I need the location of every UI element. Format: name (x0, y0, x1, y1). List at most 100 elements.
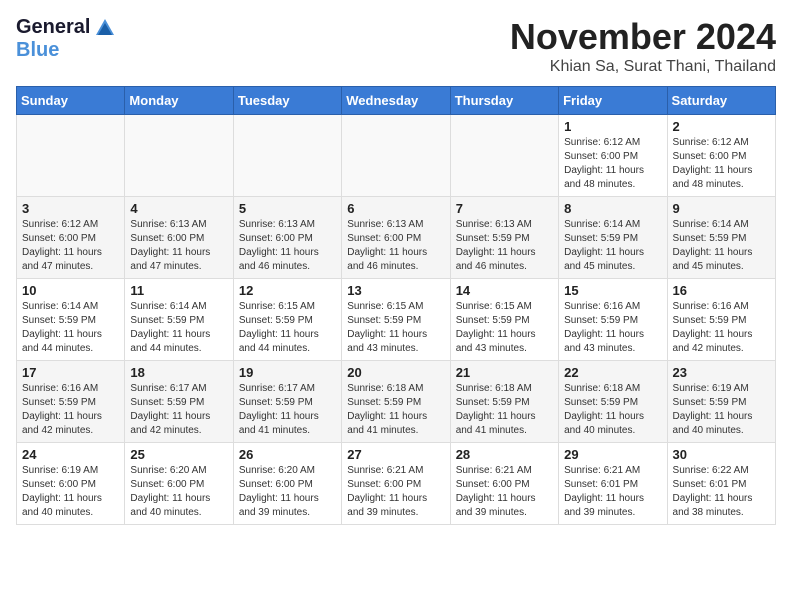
calendar-cell: 7 Sunrise: 6:13 AM Sunset: 5:59 PM Daylig… (450, 197, 558, 279)
day-info: Sunrise: 6:16 AM Sunset: 5:59 PM Dayligh… (22, 382, 119, 438)
day-number: 16 (673, 283, 770, 298)
calendar-cell: 18 Sunrise: 6:17 AM Sunset: 5:59 PM Dayli… (125, 361, 233, 443)
calendar-cell: 25 Sunrise: 6:20 AM Sunset: 6:00 PM Dayli… (125, 443, 233, 525)
day-number: 27 (347, 447, 444, 462)
day-number: 23 (673, 365, 770, 380)
month-title: November 2024 (510, 16, 776, 58)
day-info: Sunrise: 6:21 AM Sunset: 6:01 PM Dayligh… (564, 464, 661, 520)
calendar-cell: 9 Sunrise: 6:14 AM Sunset: 5:59 PM Daylig… (667, 197, 775, 279)
calendar-cell: 5 Sunrise: 6:13 AM Sunset: 6:00 PM Daylig… (233, 197, 341, 279)
calendar-cell: 15 Sunrise: 6:16 AM Sunset: 5:59 PM Dayli… (559, 279, 667, 361)
day-number: 21 (456, 365, 553, 380)
calendar-cell: 2Sunrise: 6:12 AM Sunset: 6:00 PM Daylig… (667, 115, 775, 197)
day-info: Sunrise: 6:22 AM Sunset: 6:01 PM Dayligh… (673, 464, 770, 520)
calendar-cell: 24 Sunrise: 6:19 AM Sunset: 6:00 PM Dayli… (17, 443, 125, 525)
day-info: Sunrise: 6:14 AM Sunset: 5:59 PM Dayligh… (22, 300, 119, 356)
day-number: 10 (22, 283, 119, 298)
calendar-week-row: 1Sunrise: 6:12 AM Sunset: 6:00 PM Daylig… (17, 115, 776, 197)
day-number: 14 (456, 283, 553, 298)
day-number: 1 (564, 119, 661, 134)
day-info: Sunrise: 6:13 AM Sunset: 5:59 PM Dayligh… (456, 218, 553, 274)
day-info: Sunrise: 6:18 AM Sunset: 5:59 PM Dayligh… (347, 382, 444, 438)
day-info: Sunrise: 6:14 AM Sunset: 5:59 PM Dayligh… (673, 218, 770, 274)
calendar-cell: 3 Sunrise: 6:12 AM Sunset: 6:00 PM Daylig… (17, 197, 125, 279)
day-number: 6 (347, 201, 444, 216)
calendar-cell (233, 115, 341, 197)
calendar-cell: 30 Sunrise: 6:22 AM Sunset: 6:01 PM Dayli… (667, 443, 775, 525)
day-number: 12 (239, 283, 336, 298)
title-block: November 2024 Khian Sa, Surat Thani, Tha… (510, 16, 776, 76)
day-number: 29 (564, 447, 661, 462)
day-info: Sunrise: 6:19 AM Sunset: 5:59 PM Dayligh… (673, 382, 770, 438)
logo-blue-text: Blue (16, 39, 59, 62)
calendar-cell (125, 115, 233, 197)
day-number: 9 (673, 201, 770, 216)
calendar-cell: 6 Sunrise: 6:13 AM Sunset: 6:00 PM Daylig… (342, 197, 450, 279)
day-number: 20 (347, 365, 444, 380)
calendar-cell: 14 Sunrise: 6:15 AM Sunset: 5:59 PM Dayli… (450, 279, 558, 361)
calendar-table: SundayMondayTuesdayWednesdayThursdayFrid… (16, 86, 776, 525)
page-header: General Blue November 2024 Khian Sa, Sur… (16, 16, 776, 76)
calendar-cell (342, 115, 450, 197)
logo-general-text: General (16, 16, 90, 39)
day-info: Sunrise: 6:17 AM Sunset: 5:59 PM Dayligh… (130, 382, 227, 438)
day-info: Sunrise: 6:16 AM Sunset: 5:59 PM Dayligh… (564, 300, 661, 356)
location-subtitle: Khian Sa, Surat Thani, Thailand (510, 58, 776, 76)
day-number: 5 (239, 201, 336, 216)
logo-icon (94, 17, 116, 39)
weekday-header-sunday: Sunday (17, 87, 125, 115)
day-number: 11 (130, 283, 227, 298)
day-number: 30 (673, 447, 770, 462)
day-info: Sunrise: 6:15 AM Sunset: 5:59 PM Dayligh… (347, 300, 444, 356)
day-info: Sunrise: 6:18 AM Sunset: 5:59 PM Dayligh… (456, 382, 553, 438)
day-info: Sunrise: 6:13 AM Sunset: 6:00 PM Dayligh… (347, 218, 444, 274)
weekday-header-tuesday: Tuesday (233, 87, 341, 115)
calendar-cell: 20 Sunrise: 6:18 AM Sunset: 5:59 PM Dayli… (342, 361, 450, 443)
calendar-cell: 28Sunrise: 6:21 AM Sunset: 6:00 PM Dayli… (450, 443, 558, 525)
calendar-week-row: 24 Sunrise: 6:19 AM Sunset: 6:00 PM Dayli… (17, 443, 776, 525)
day-number: 15 (564, 283, 661, 298)
day-number: 19 (239, 365, 336, 380)
calendar-cell: 27Sunrise: 6:21 AM Sunset: 6:00 PM Dayli… (342, 443, 450, 525)
day-info: Sunrise: 6:17 AM Sunset: 5:59 PM Dayligh… (239, 382, 336, 438)
day-info: Sunrise: 6:19 AM Sunset: 6:00 PM Dayligh… (22, 464, 119, 520)
day-number: 24 (22, 447, 119, 462)
day-info: Sunrise: 6:12 AM Sunset: 6:00 PM Dayligh… (22, 218, 119, 274)
day-info: Sunrise: 6:21 AM Sunset: 6:00 PM Dayligh… (456, 464, 553, 520)
day-info: Sunrise: 6:14 AM Sunset: 5:59 PM Dayligh… (130, 300, 227, 356)
calendar-cell: 26 Sunrise: 6:20 AM Sunset: 6:00 PM Dayli… (233, 443, 341, 525)
day-info: Sunrise: 6:18 AM Sunset: 5:59 PM Dayligh… (564, 382, 661, 438)
day-number: 26 (239, 447, 336, 462)
day-info: Sunrise: 6:20 AM Sunset: 6:00 PM Dayligh… (239, 464, 336, 520)
day-number: 17 (22, 365, 119, 380)
day-number: 8 (564, 201, 661, 216)
calendar-cell: 8Sunrise: 6:14 AM Sunset: 5:59 PM Daylig… (559, 197, 667, 279)
calendar-cell: 10 Sunrise: 6:14 AM Sunset: 5:59 PM Dayli… (17, 279, 125, 361)
calendar-cell: 12 Sunrise: 6:15 AM Sunset: 5:59 PM Dayli… (233, 279, 341, 361)
day-number: 3 (22, 201, 119, 216)
day-info: Sunrise: 6:15 AM Sunset: 5:59 PM Dayligh… (239, 300, 336, 356)
calendar-cell: 22 Sunrise: 6:18 AM Sunset: 5:59 PM Dayli… (559, 361, 667, 443)
day-info: Sunrise: 6:15 AM Sunset: 5:59 PM Dayligh… (456, 300, 553, 356)
day-number: 25 (130, 447, 227, 462)
day-number: 22 (564, 365, 661, 380)
calendar-week-row: 10 Sunrise: 6:14 AM Sunset: 5:59 PM Dayli… (17, 279, 776, 361)
logo: General Blue (16, 16, 116, 62)
day-number: 13 (347, 283, 444, 298)
weekday-header-monday: Monday (125, 87, 233, 115)
calendar-cell: 4Sunrise: 6:13 AM Sunset: 6:00 PM Daylig… (125, 197, 233, 279)
day-info: Sunrise: 6:20 AM Sunset: 6:00 PM Dayligh… (130, 464, 227, 520)
day-number: 2 (673, 119, 770, 134)
day-number: 7 (456, 201, 553, 216)
calendar-cell: 13 Sunrise: 6:15 AM Sunset: 5:59 PM Dayli… (342, 279, 450, 361)
calendar-cell: 21 Sunrise: 6:18 AM Sunset: 5:59 PM Dayli… (450, 361, 558, 443)
day-number: 18 (130, 365, 227, 380)
day-info: Sunrise: 6:13 AM Sunset: 6:00 PM Dayligh… (239, 218, 336, 274)
calendar-week-row: 3 Sunrise: 6:12 AM Sunset: 6:00 PM Daylig… (17, 197, 776, 279)
day-info: Sunrise: 6:16 AM Sunset: 5:59 PM Dayligh… (673, 300, 770, 356)
weekday-header-saturday: Saturday (667, 87, 775, 115)
calendar-cell (450, 115, 558, 197)
calendar-cell (17, 115, 125, 197)
weekday-header-thursday: Thursday (450, 87, 558, 115)
calendar-cell: 23 Sunrise: 6:19 AM Sunset: 5:59 PM Dayli… (667, 361, 775, 443)
